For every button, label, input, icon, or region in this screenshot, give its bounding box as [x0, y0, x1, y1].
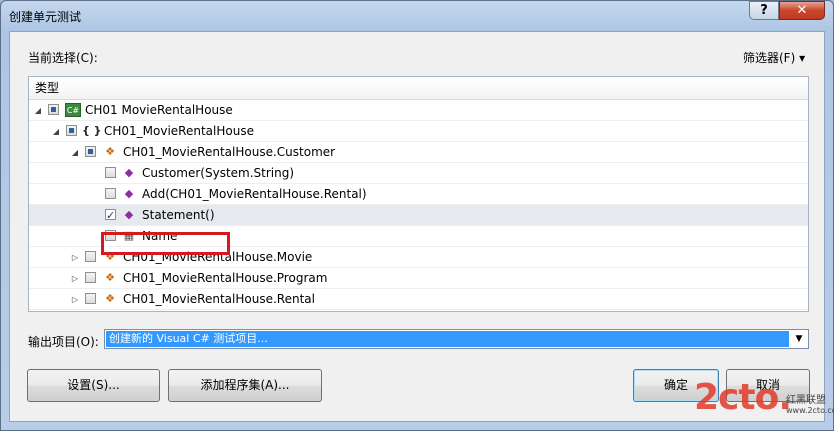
tree-row-class-rental[interactable]: ▷ ❖ CH01_MovieRentalHouse.Rental — [29, 289, 808, 310]
class-icon: ❖ — [105, 145, 115, 158]
tree-checkbox[interactable] — [85, 251, 96, 262]
tree-checkbox[interactable] — [66, 125, 77, 136]
type-tree[interactable]: 类型 ◢ C# CH01 MovieRentalHouse ◢ { } CH01… — [28, 76, 809, 312]
tree-row-class-customer[interactable]: ◢ ❖ CH01_MovieRentalHouse.Customer — [29, 142, 808, 163]
help-button[interactable]: ? — [749, 1, 779, 20]
tree-row-label: CH01_MovieRentalHouse — [104, 124, 254, 138]
method-icon: ◆ — [124, 187, 134, 200]
tree-row-label: CH01 MovieRentalHouse — [85, 103, 233, 117]
tree-checkbox-checked[interactable] — [105, 205, 116, 226]
csharp-project-icon: C# — [65, 103, 81, 117]
tree-row-class-program[interactable]: ▷ ❖ CH01_MovieRentalHouse.Program — [29, 268, 808, 289]
tree-checkbox[interactable] — [105, 188, 116, 199]
namespace-icon: { } — [82, 124, 102, 137]
method-icon: ◆ — [124, 166, 134, 179]
expanded-arrow-icon[interactable]: ◢ — [33, 100, 43, 121]
collapsed-arrow-icon[interactable]: ▷ — [70, 289, 80, 310]
watermark-logo: 2cto. — [694, 377, 792, 418]
filter-dropdown[interactable]: 筛选器(F) ▾ — [743, 49, 805, 66]
tree-checkbox[interactable] — [105, 167, 116, 178]
current-selection-label: 当前选择(C): — [28, 51, 98, 65]
collapsed-arrow-icon[interactable]: ▷ — [70, 268, 80, 289]
collapsed-arrow-icon[interactable]: ▷ — [70, 247, 80, 268]
dialog-body: 当前选择(C): 筛选器(F) ▾ 类型 ◢ C# CH01 MovieRent… — [9, 31, 825, 422]
expanded-arrow-icon[interactable]: ◢ — [51, 121, 61, 142]
tree-row-namespace[interactable]: ◢ { } CH01_MovieRentalHouse — [29, 121, 808, 142]
chevron-down-icon[interactable]: ▼ — [790, 330, 808, 348]
annotation-highlight-box — [101, 232, 230, 255]
tree-row-label: CH01_MovieRentalHouse.Customer — [123, 145, 336, 159]
tree-checkbox[interactable] — [85, 146, 96, 157]
tree-row-label: Add(CH01_MovieRentalHouse.Rental) — [142, 187, 367, 201]
tree-row-label: Customer(System.String) — [142, 166, 295, 180]
tree-header: 类型 — [29, 77, 808, 100]
tree-row-label: CH01_MovieRentalHouse.Program — [123, 271, 328, 285]
watermark-url: www.2cto.com — [786, 406, 834, 415]
tree-checkbox[interactable] — [48, 104, 59, 115]
tree-row-label: Statement() — [142, 208, 215, 222]
output-project-select[interactable]: 创建新的 Visual C# 测试项目... ▼ — [104, 329, 809, 349]
watermark-cn: 红黑联盟 — [786, 395, 826, 406]
tree-row-method[interactable]: ◆ Customer(System.String) — [29, 163, 808, 184]
close-button[interactable]: ✕ — [779, 1, 825, 20]
method-icon: ◆ — [124, 208, 134, 221]
add-assembly-button[interactable]: 添加程序集(A)... — [168, 369, 322, 402]
class-icon: ❖ — [105, 292, 115, 305]
window-title: 创建单元测试 — [9, 10, 82, 24]
tree-row-method[interactable]: ◆ Add(CH01_MovieRentalHouse.Rental) — [29, 184, 808, 205]
output-project-value: 创建新的 Visual C# 测试项目... — [106, 331, 789, 347]
watermark: 2cto. 红黑联盟 www.2cto.com — [694, 377, 834, 429]
tree-checkbox[interactable] — [85, 272, 96, 283]
tree-row-method-selected[interactable]: ◆ Statement() — [29, 205, 808, 226]
tree-row-project[interactable]: ◢ C# CH01 MovieRentalHouse — [29, 100, 808, 121]
settings-button[interactable]: 设置(S)... — [27, 369, 160, 402]
tree-checkbox[interactable] — [85, 293, 96, 304]
expanded-arrow-icon[interactable]: ◢ — [70, 142, 80, 163]
dialog-window: 创建单元测试 ? ✕ 当前选择(C): 筛选器(F) ▾ 类型 ◢ C# CH0… — [0, 0, 834, 431]
class-icon: ❖ — [105, 271, 115, 284]
output-project-label: 输出项目(O): — [28, 335, 99, 349]
tree-row-label: CH01_MovieRentalHouse.Rental — [123, 292, 315, 306]
